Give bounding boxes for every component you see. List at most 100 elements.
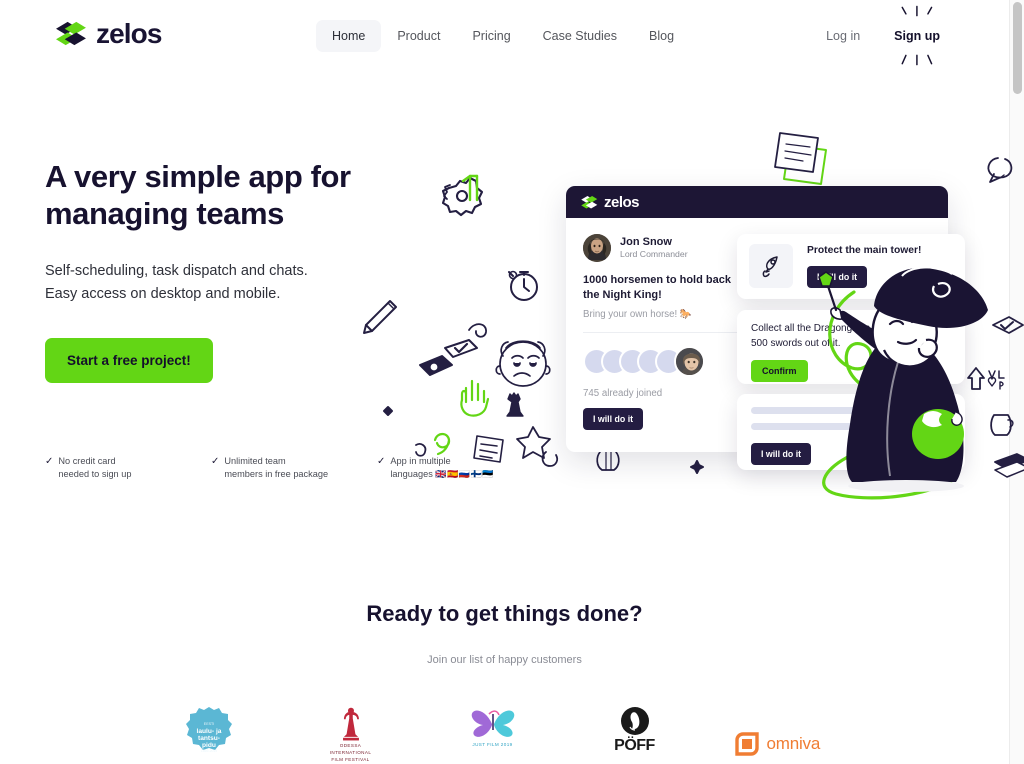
site-header: zelos Home Product Pricing Case Studies … — [0, 0, 1009, 74]
rocket-icon-box — [749, 244, 793, 288]
cta-section-title: Ready to get things done? — [366, 601, 643, 626]
hero-sub-line1: Self-scheduling, task dispatch and chats… — [45, 263, 308, 280]
svg-text:tantsu-: tantsu- — [198, 735, 220, 742]
task-card-protect-tower[interactable]: Protect the main tower! I will do it — [737, 234, 965, 299]
i-will-do-it-button[interactable]: I will do it — [583, 407, 644, 430]
nav-item-case-studies[interactable]: Case Studies — [527, 20, 633, 52]
sparkle-bottom-icon — [901, 54, 933, 66]
avatar-photo-icon — [583, 234, 611, 262]
check-icon: ✓ — [45, 456, 54, 467]
brand-logo[interactable]: zelos — [54, 20, 162, 48]
feature-multiple-languages: ✓ App in multiple languages 🇬🇧🇪🇸🇷🇺🇫🇮🇪🇪 — [377, 455, 505, 482]
svg-text:laulu- ja: laulu- ja — [196, 728, 221, 735]
assignee-name: Jon Snow — [620, 236, 672, 249]
task-card-body: Protect the main tower! I will do it — [807, 244, 922, 289]
task-title-line1: 1000 horsemen to hold back — [583, 274, 731, 286]
feature-line1: App in multiple — [390, 456, 451, 466]
feature-no-credit-card: ✓ No credit card needed to sign up — [45, 455, 173, 482]
logo-poff: PÖFF — [592, 706, 678, 764]
skeleton-bar — [751, 407, 911, 414]
main-nav: Home Product Pricing Case Studies Blog — [316, 20, 690, 52]
logo-wordmark: PÖFF — [614, 737, 655, 754]
assignee-role: Lord Commander — [620, 249, 688, 260]
laulu-badge-icon: EESTI laulu- ja tantsu- pidu 1869-2019 — [185, 707, 232, 753]
login-link[interactable]: Log in — [826, 29, 860, 43]
assignee-text: Jon Snow Lord Commander — [620, 235, 688, 261]
participant-avatars — [583, 345, 739, 377]
rocket-icon — [762, 256, 778, 278]
cta-section-subtitle: Join our list of happy customers — [427, 654, 582, 666]
feature-line2: needed to sign up — [58, 469, 132, 480]
i-will-do-it-button[interactable]: I will do it — [807, 266, 868, 289]
logo-wordmark: omniva — [766, 734, 821, 753]
feature-line2: languages — [390, 469, 436, 480]
signup-link[interactable]: Sign up — [894, 29, 940, 43]
hero-title-line2: managing teams — [45, 196, 285, 232]
logo-caption: ODESSA INTERNATIONAL FILM FESTIVAL — [329, 743, 372, 763]
check-icon: ✓ — [211, 456, 220, 467]
svg-text:pidu: pidu — [202, 742, 216, 749]
zelos-stack-icon — [581, 195, 598, 208]
task-title-line2: the Night King! — [583, 288, 662, 301]
svg-text:EESTI: EESTI — [203, 722, 213, 726]
start-free-project-button[interactable]: Start a free project! — [45, 338, 213, 384]
feature-line1: No credit card — [58, 456, 116, 466]
task-card-collect-dragonglass[interactable]: Collect all the Dragonglass and 500 swor… — [737, 310, 965, 384]
auth-actions: Log in Sign up — [826, 5, 940, 66]
nav-item-product[interactable]: Product — [381, 20, 456, 52]
task-card-title: Protect the main tower! — [807, 245, 922, 256]
poff-wolf-icon — [620, 707, 649, 735]
nav-item-blog[interactable]: Blog — [633, 20, 690, 52]
signup-wrapper: Sign up — [894, 5, 940, 66]
task-card-text-line2: 500 swords out of it. — [751, 337, 841, 349]
task-card-text-line1: Collect all the Dragonglass and — [751, 323, 890, 334]
feature-text: App in multiple languages 🇬🇧🇪🇸🇷🇺🇫🇮🇪🇪 — [390, 455, 494, 482]
task-title: 1000 horsemen to hold back the Night Kin… — [583, 273, 739, 303]
i-will-do-it-button[interactable]: I will do it — [751, 443, 812, 465]
app-titlebar: zelos — [566, 186, 948, 218]
zelos-stack-icon — [56, 21, 86, 46]
task-card-text: Collect all the Dragonglass and 500 swor… — [751, 322, 951, 351]
hero-sub-line2: Easy access on desktop and mobile. — [45, 285, 281, 302]
logo-caption: JUST FILM 2019 — [472, 742, 513, 747]
avatar-photo-icon — [676, 347, 703, 375]
logo-just-film: JUST FILM 2019 — [450, 706, 536, 764]
divider — [583, 331, 743, 333]
customer-logos: EESTI laulu- ja tantsu- pidu 1869-2019 O… — [0, 706, 1009, 764]
nav-item-home[interactable]: Home — [316, 20, 382, 52]
butterfly-icon — [471, 710, 514, 737]
hero-content: A very simple app for managing teams Sel… — [45, 158, 405, 384]
task-assignee: Jon Snow Lord Commander — [583, 234, 739, 262]
logo-laulu-ja-tantsupidu: EESTI laulu- ja tantsu- pidu 1869-2019 — [166, 706, 252, 764]
task-note: Bring your own horse! 🐎 — [583, 308, 692, 320]
odessa-statue-icon — [342, 707, 359, 741]
feature-text: Unlimited team members in free package — [224, 455, 328, 482]
scrollbar-thumb[interactable] — [1013, 2, 1022, 94]
svg-text:1869-2019: 1869-2019 — [200, 749, 216, 753]
task-detail: Jon Snow Lord Commander 1000 horsemen to… — [566, 218, 756, 430]
page-title: A very simple app for managing teams — [45, 158, 405, 232]
page-scrollbar[interactable] — [1009, 0, 1024, 764]
feature-line1: Unlimited team — [224, 456, 286, 466]
nav-item-pricing[interactable]: Pricing — [456, 20, 526, 52]
feature-text: No credit card needed to sign up — [58, 455, 131, 482]
joined-count: 745 already joined — [583, 387, 663, 399]
avatar — [583, 234, 611, 262]
feature-line2: members in free package — [224, 469, 329, 480]
feature-unlimited-members: ✓ Unlimited team members in free package — [211, 455, 339, 482]
omniva-mark-icon — [734, 732, 759, 756]
logo-omniva: omniva — [734, 706, 844, 764]
hero-title-line1: A very simple app for — [45, 159, 351, 194]
sparkle-top-icon — [901, 5, 933, 17]
skeleton-bar — [751, 423, 899, 430]
avatar — [674, 345, 705, 377]
app-brand-name: zelos — [604, 193, 640, 211]
task-card-placeholder[interactable]: I will do it — [737, 394, 965, 470]
language-flags: 🇬🇧🇪🇸🇷🇺🇫🇮🇪🇪 — [435, 469, 494, 480]
brand-name: zelos — [96, 18, 162, 49]
feature-list: ✓ No credit card needed to sign up ✓ Unl… — [45, 455, 505, 482]
confirm-button[interactable]: Confirm — [751, 360, 808, 382]
task-card-row: Protect the main tower! I will do it — [749, 244, 953, 289]
landing-page: zelos Home Product Pricing Case Studies … — [0, 0, 1024, 764]
check-icon: ✓ — [377, 456, 386, 467]
